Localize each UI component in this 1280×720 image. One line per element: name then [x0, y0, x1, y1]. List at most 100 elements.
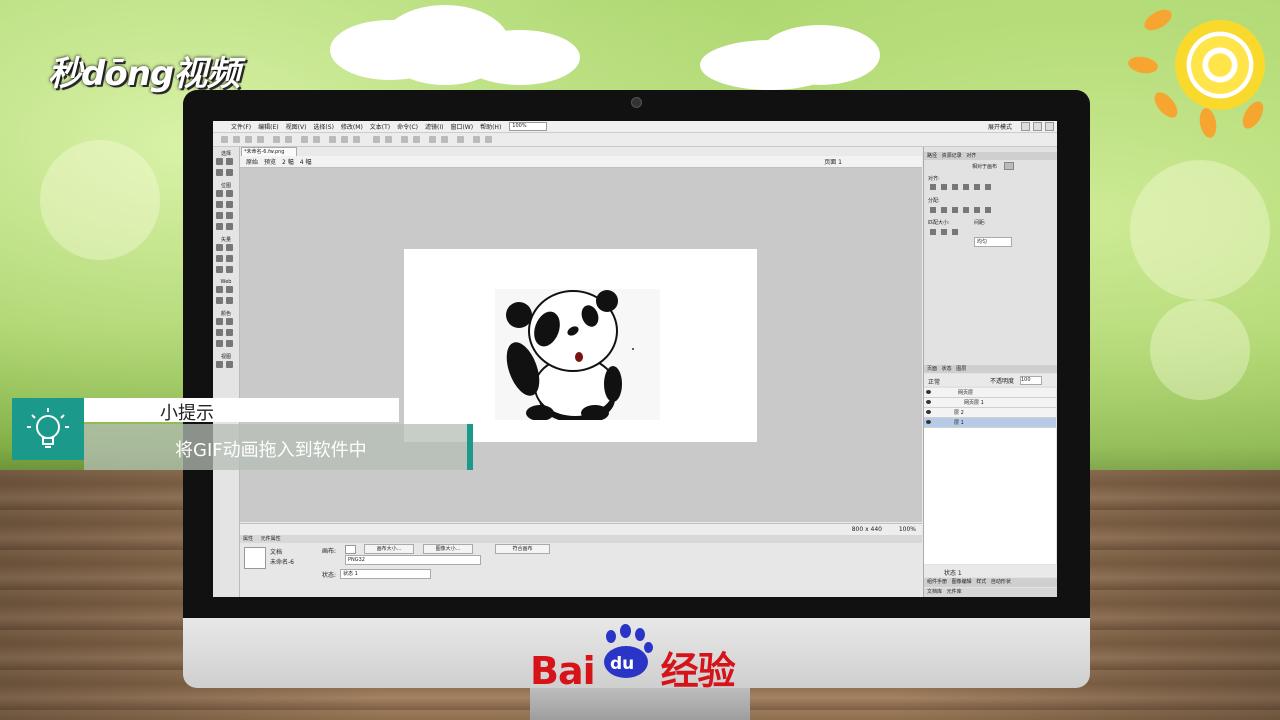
tab-symbol-properties[interactable]: 元件属性	[261, 536, 281, 542]
menu-window[interactable]: 窗口(W)	[450, 122, 473, 131]
distribute-center-icon[interactable]	[941, 207, 947, 213]
magic-wand-tool-icon[interactable]	[216, 201, 223, 208]
layer-row[interactable]: 层 2	[924, 408, 1056, 418]
document-canvas[interactable]	[404, 249, 757, 442]
panda-image[interactable]	[495, 289, 660, 423]
image-size-button[interactable]: 图像大小...	[423, 544, 473, 554]
bucket-tool-icon[interactable]	[226, 318, 233, 325]
print-icon[interactable]	[285, 136, 292, 143]
menu-help[interactable]: 帮助(H)	[480, 122, 501, 131]
align-right-icon[interactable]	[952, 184, 958, 190]
eye-icon[interactable]	[926, 410, 931, 414]
layer-row-selected[interactable]: 层 1	[924, 418, 1056, 428]
align-top-icon[interactable]	[963, 184, 969, 190]
expand-mode-select[interactable]: 展开模式	[988, 122, 1012, 131]
hand-tool-icon[interactable]	[216, 361, 223, 368]
zoom-tool-icon[interactable]	[226, 361, 233, 368]
marquee-tool-icon[interactable]	[216, 190, 223, 197]
cut-icon[interactable]	[329, 136, 336, 143]
join-icon[interactable]	[401, 136, 408, 143]
align-bottom-icon[interactable]	[985, 184, 991, 190]
split-icon[interactable]	[413, 136, 420, 143]
blur-tool-icon[interactable]	[216, 223, 223, 230]
relative-to-canvas-toggle[interactable]	[1004, 162, 1014, 170]
export-icon[interactable]	[273, 136, 280, 143]
distribute-middle-icon[interactable]	[974, 207, 980, 213]
align-center-h-icon[interactable]	[941, 184, 947, 190]
open-icon[interactable]	[233, 136, 240, 143]
line-tool-icon[interactable]	[216, 244, 223, 251]
tab-common-library[interactable]: 元件库	[947, 589, 962, 595]
menu-modify[interactable]: 修改(M)	[341, 122, 363, 131]
paste-icon[interactable]	[353, 136, 360, 143]
pointer-tool-icon[interactable]	[216, 158, 223, 165]
eye-icon[interactable]	[926, 390, 931, 394]
view-2up-tab[interactable]: 2 幅	[282, 157, 294, 166]
lasso-tool-icon[interactable]	[226, 190, 233, 197]
show-slices-icon[interactable]	[226, 297, 233, 304]
menu-select[interactable]: 选择(S)	[313, 122, 334, 131]
eyedropper-tool-icon[interactable]	[216, 318, 223, 325]
match-width-icon[interactable]	[930, 229, 936, 235]
bring-front-icon[interactable]	[429, 136, 436, 143]
default-colors-icon[interactable]	[226, 340, 233, 347]
eye-icon[interactable]	[926, 420, 931, 424]
redo-icon[interactable]	[313, 136, 320, 143]
subselect-tool-icon[interactable]	[226, 158, 233, 165]
pencil-tool-icon[interactable]	[216, 212, 223, 219]
hide-slices-icon[interactable]	[216, 297, 223, 304]
group-icon[interactable]	[373, 136, 380, 143]
shape-tool-icon[interactable]	[216, 255, 223, 262]
distribute-bottom-icon[interactable]	[952, 207, 958, 213]
match-height-icon[interactable]	[941, 229, 947, 235]
new-icon[interactable]	[221, 136, 228, 143]
pen-tool-icon[interactable]	[226, 244, 233, 251]
tab-image-edit[interactable]: 图像编辑	[952, 579, 972, 585]
undo-icon[interactable]	[301, 136, 308, 143]
view-preview-tab[interactable]: 预览	[264, 157, 276, 166]
copy-icon[interactable]	[341, 136, 348, 143]
stroke-color-icon[interactable]	[216, 329, 223, 336]
distribute-left-icon[interactable]	[963, 207, 969, 213]
menu-text[interactable]: 文本(T)	[370, 122, 390, 131]
knife-tool-icon[interactable]	[226, 266, 233, 273]
format-select[interactable]: PNG32	[345, 555, 481, 565]
view-original-tab[interactable]: 原始	[246, 157, 258, 166]
tab-states[interactable]: 状态	[942, 366, 952, 372]
scale-tool-icon[interactable]	[216, 169, 223, 176]
tab-paths[interactable]: 路径	[927, 153, 937, 159]
eraser-tool-icon[interactable]	[226, 212, 233, 219]
menu-filters[interactable]: 滤镜(I)	[425, 122, 443, 131]
close-button[interactable]	[1045, 122, 1054, 131]
page-select[interactable]: 页面 1	[824, 157, 842, 166]
blend-mode-select[interactable]: 正常	[928, 377, 940, 386]
freeform-tool-icon[interactable]	[216, 266, 223, 273]
tab-auto-shapes[interactable]: 自动形状	[991, 579, 1011, 585]
menu-view[interactable]: 视图(V)	[286, 122, 307, 131]
tab-document-library[interactable]: 文档库	[927, 589, 942, 595]
fill-color-icon[interactable]	[226, 329, 233, 336]
tab-history[interactable]: 资源记录	[942, 153, 962, 159]
eye-icon[interactable]	[926, 400, 931, 404]
menu-commands[interactable]: 命令(C)	[397, 122, 418, 131]
fit-canvas-button[interactable]: 符合画布	[495, 544, 550, 554]
brush-tool-icon[interactable]	[226, 201, 233, 208]
spacing-mode-select[interactable]: 均匀	[974, 237, 1012, 247]
tab-styles[interactable]: 样式	[976, 579, 986, 585]
crop-tool-icon[interactable]	[226, 169, 233, 176]
maximize-button[interactable]	[1033, 122, 1042, 131]
tab-components[interactable]: 组件手册	[927, 579, 947, 585]
tab-layers[interactable]: 图层	[956, 366, 966, 372]
rotate-icon[interactable]	[473, 136, 480, 143]
import-icon[interactable]	[257, 136, 264, 143]
hotspot-tool-icon[interactable]	[216, 286, 223, 293]
align-left-icon[interactable]	[930, 184, 936, 190]
align-center-v-icon[interactable]	[974, 184, 980, 190]
menu-file[interactable]: 文件(F)	[231, 122, 251, 131]
layer-row[interactable]: 网页层	[924, 388, 1056, 398]
save-icon[interactable]	[245, 136, 252, 143]
distribute-top-icon[interactable]	[930, 207, 936, 213]
ungroup-icon[interactable]	[385, 136, 392, 143]
match-both-icon[interactable]	[952, 229, 958, 235]
status-zoom[interactable]: 100%	[899, 526, 916, 533]
